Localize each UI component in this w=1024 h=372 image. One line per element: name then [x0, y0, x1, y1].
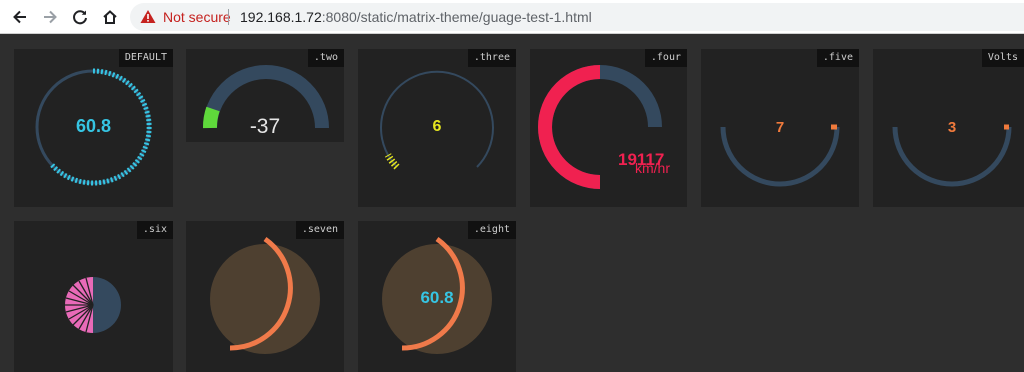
gauge-label: .six	[136, 221, 173, 239]
gauge-unit: km/hr	[635, 160, 670, 176]
gauge-seven-svg	[210, 236, 320, 354]
gauge-value: 6	[432, 118, 442, 135]
gauge-card-default: DEFAULT 60.8	[14, 49, 173, 207]
gauge-six-svg	[65, 277, 121, 333]
back-arrow-icon[interactable]	[8, 5, 32, 29]
gauge-card-six: .six	[14, 221, 173, 372]
gauge-card-two: .two -37	[186, 49, 344, 142]
url-host: 192.168.1.72	[240, 9, 322, 25]
gauge-card-volts: Volts 3	[873, 49, 1024, 207]
gauge-four-svg	[538, 65, 662, 189]
gauge-label: .seven	[295, 221, 344, 239]
warning-triangle-icon[interactable]	[140, 9, 156, 29]
gauge-label: .four	[644, 49, 687, 67]
gauge-value: 60.8	[420, 288, 454, 307]
gauge-value: 60.8	[75, 116, 112, 136]
address-separator	[228, 9, 229, 25]
gauge-value: -37	[249, 115, 281, 138]
address-bar[interactable]: Not secure 192.168.1.72:8080/static/matr…	[130, 3, 1024, 31]
url-path: :8080/static/matrix-theme/guage-test-1.h…	[321, 9, 592, 25]
gauge-four-dial	[538, 65, 601, 189]
gauge-label: .two	[307, 49, 344, 67]
gauge-label: .three	[467, 49, 516, 67]
gauge-card-three: .three 6	[358, 49, 516, 207]
browser-toolbar: Not secure 192.168.1.72:8080/static/matr…	[0, 0, 1024, 34]
home-icon[interactable]	[98, 5, 122, 29]
gauge-card-five: .five 7	[701, 49, 859, 207]
forward-arrow-icon[interactable]	[38, 5, 62, 29]
gauge-card-seven: .seven	[186, 221, 344, 372]
gauge-label: .five	[816, 49, 859, 67]
gauge-value: 3	[947, 119, 957, 136]
gauge-card-four: .four 19117 km/hr	[530, 49, 687, 207]
reload-icon[interactable]	[68, 5, 92, 29]
gauge-label: DEFAULT	[118, 49, 173, 67]
gauge-value: 7	[775, 119, 785, 136]
gauge-six-track	[93, 277, 121, 333]
gauge-label: .eight	[467, 221, 516, 239]
security-status-label[interactable]: Not secure	[163, 9, 231, 25]
gauge-label: Volts	[981, 49, 1024, 67]
url-text[interactable]: 192.168.1.72:8080/static/matrix-theme/gu…	[240, 9, 592, 25]
gauge-card-eight: .eight 60.8	[358, 221, 516, 372]
